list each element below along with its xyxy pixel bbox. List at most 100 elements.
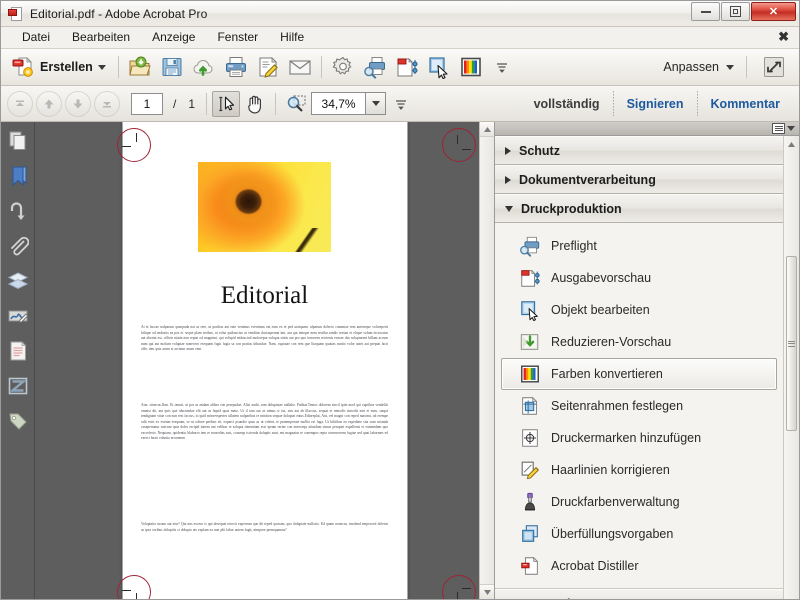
layers-icon[interactable]: [7, 270, 29, 292]
tags-icon[interactable]: [7, 410, 29, 432]
close-document-icon[interactable]: ✖: [778, 30, 789, 43]
close-button[interactable]: ✕: [751, 2, 796, 21]
section-dokumentverarbeitung[interactable]: Dokumentverarbeitung: [495, 165, 783, 194]
tool-druckermarken-hinzufuegen[interactable]: Druckermarken hinzufügen: [501, 422, 777, 454]
create-pdf-icon: [11, 55, 35, 79]
tool-seitenrahmen-festlegen[interactable]: Seitenrahmen festlegen: [501, 390, 777, 422]
flattener-preview-icon: [519, 331, 541, 353]
menu-datei[interactable]: Datei: [11, 28, 61, 47]
document-heading: Editorial: [220, 282, 309, 309]
tool-ausgabevorschau-label: Ausgabevorschau: [551, 271, 652, 285]
page-thumbnails-icon[interactable]: [7, 130, 29, 152]
tool-preflight-label: Preflight: [551, 239, 597, 253]
fix-hairlines-icon: [519, 459, 541, 481]
pdf-document-icon: [8, 6, 24, 22]
save-icon[interactable]: [156, 52, 188, 82]
crop-mark-top-right[interactable]: [442, 128, 476, 162]
undo-history-icon[interactable]: [7, 200, 29, 222]
tool-farben-konvertieren-label: Farben konvertieren: [551, 367, 663, 381]
panel-options-icon[interactable]: [772, 123, 785, 134]
toolbar-overflow-icon[interactable]: [487, 52, 517, 82]
scroll-up-icon[interactable]: [784, 136, 799, 152]
customize-toolbar[interactable]: Anpassen: [663, 52, 793, 82]
print-icon[interactable]: [220, 52, 252, 82]
select-text-icon[interactable]: [212, 90, 241, 117]
pdf-page: Editorial At et laccae nulparum quaepuda…: [122, 122, 407, 599]
acrobat-window: Editorial.pdf - Adobe Acrobat Pro ✕ Date…: [0, 0, 800, 600]
section-druckproduktion[interactable]: Druckproduktion: [495, 194, 783, 223]
tool-acrobat-distiller[interactable]: Acrobat Distiller: [501, 550, 777, 582]
marquee-zoom-icon[interactable]: [281, 89, 311, 119]
nav-separator-2: [275, 92, 277, 115]
section-schutz-label: Schutz: [519, 143, 560, 158]
zoom-value-input[interactable]: 34,7%: [311, 92, 366, 115]
signatures-icon[interactable]: [7, 305, 29, 327]
open-file-icon[interactable]: [124, 52, 156, 82]
crop-mark-bottom-right[interactable]: [442, 575, 476, 599]
last-page-icon[interactable]: [94, 90, 120, 117]
scroll-down-icon[interactable]: [480, 584, 494, 599]
add-printer-marks-icon: [519, 427, 541, 449]
scroll-up-icon[interactable]: [480, 122, 494, 137]
tool-reduzieren-vorschau[interactable]: Reduzieren-Vorschau: [501, 326, 777, 358]
comment-button[interactable]: Kommentar: [698, 97, 793, 111]
zoom-dropdown-button[interactable]: [365, 92, 387, 115]
view-mode-label[interactable]: vollständig: [521, 97, 613, 111]
tool-objekt-bearbeiten-label: Objekt bearbeiten: [551, 303, 650, 317]
hand-tool-icon[interactable]: [240, 89, 270, 119]
scrollbar-grip: [788, 339, 795, 348]
next-page-icon[interactable]: [65, 90, 91, 117]
maximize-button[interactable]: [721, 2, 750, 21]
upload-cloud-icon[interactable]: [188, 52, 220, 82]
menu-hilfe[interactable]: Hilfe: [269, 28, 315, 47]
gear-icon[interactable]: [327, 52, 359, 82]
chevron-right-icon: [505, 146, 511, 155]
tool-ueberfuellungsvorgaben[interactable]: Überfüllungsvorgaben: [501, 518, 777, 550]
bookmarks-icon[interactable]: [7, 165, 29, 187]
preflight-icon[interactable]: [359, 52, 391, 82]
tools-panel-scroll: Schutz Dokumentverarbeitung Druckprodukt…: [495, 136, 783, 599]
section-schutz[interactable]: Schutz: [495, 136, 783, 165]
menu-bearbeiten[interactable]: Bearbeiten: [61, 28, 141, 47]
email-icon[interactable]: [284, 52, 316, 82]
document-scrollbar[interactable]: [479, 122, 494, 599]
output-preview-icon[interactable]: [391, 52, 423, 82]
menu-fenster[interactable]: Fenster: [206, 28, 269, 47]
tool-farben-konvertieren[interactable]: Farben konvertieren: [501, 358, 777, 390]
document-viewport[interactable]: Editorial At et laccae nulparum quaepuda…: [35, 122, 494, 599]
chevron-down-icon[interactable]: [787, 126, 795, 131]
fullscreen-icon[interactable]: [759, 52, 789, 82]
attachments-icon[interactable]: [7, 235, 29, 257]
create-button-label: Erstellen: [40, 60, 93, 74]
crop-pages-icon: [519, 395, 541, 417]
tool-druckermarken-hinzufuegen-label: Druckermarken hinzufügen: [551, 431, 702, 445]
minimize-button[interactable]: [691, 2, 720, 21]
edit-object-icon[interactable]: [423, 52, 455, 82]
content-icon[interactable]: [7, 340, 29, 362]
order-icon[interactable]: [7, 375, 29, 397]
preflight-icon: [519, 235, 541, 257]
body-paragraph-3: Voluptatia cusam aut etur? Qui nus excer…: [141, 522, 388, 532]
tool-ausgabevorschau[interactable]: Ausgabevorschau: [501, 262, 777, 294]
crop-mark-top-left[interactable]: [117, 128, 151, 162]
tool-objekt-bearbeiten[interactable]: Objekt bearbeiten: [501, 294, 777, 326]
previous-page-icon[interactable]: [36, 90, 62, 117]
tool-druckfarbenverwaltung[interactable]: Druckfarbenverwaltung: [501, 486, 777, 518]
page-number-input[interactable]: 1: [131, 92, 163, 115]
body-paragraph-1: At et laccae nulparum quaepuda nat as re…: [141, 325, 388, 352]
tools-panel-scrollbar[interactable]: [783, 136, 799, 599]
title-bar: Editorial.pdf - Adobe Acrobat Pro ✕: [1, 1, 799, 27]
section-javascript[interactable]: JavaScript: [495, 589, 783, 599]
first-page-icon[interactable]: [7, 90, 33, 117]
convert-colors-icon[interactable]: [455, 52, 487, 82]
window-title: Editorial.pdf - Adobe Acrobat Pro: [30, 6, 208, 21]
scrollbar-thumb[interactable]: [786, 256, 797, 431]
sign-edit-icon[interactable]: [252, 52, 284, 82]
edit-object-icon: [519, 299, 541, 321]
tool-preflight[interactable]: Preflight: [501, 230, 777, 262]
menu-anzeige[interactable]: Anzeige: [141, 28, 206, 47]
sign-button[interactable]: Signieren: [614, 97, 697, 111]
tool-haarlinien-korrigieren[interactable]: Haarlinien korrigieren: [501, 454, 777, 486]
create-button[interactable]: Erstellen: [7, 52, 113, 82]
view-overflow-icon[interactable]: [386, 89, 416, 119]
